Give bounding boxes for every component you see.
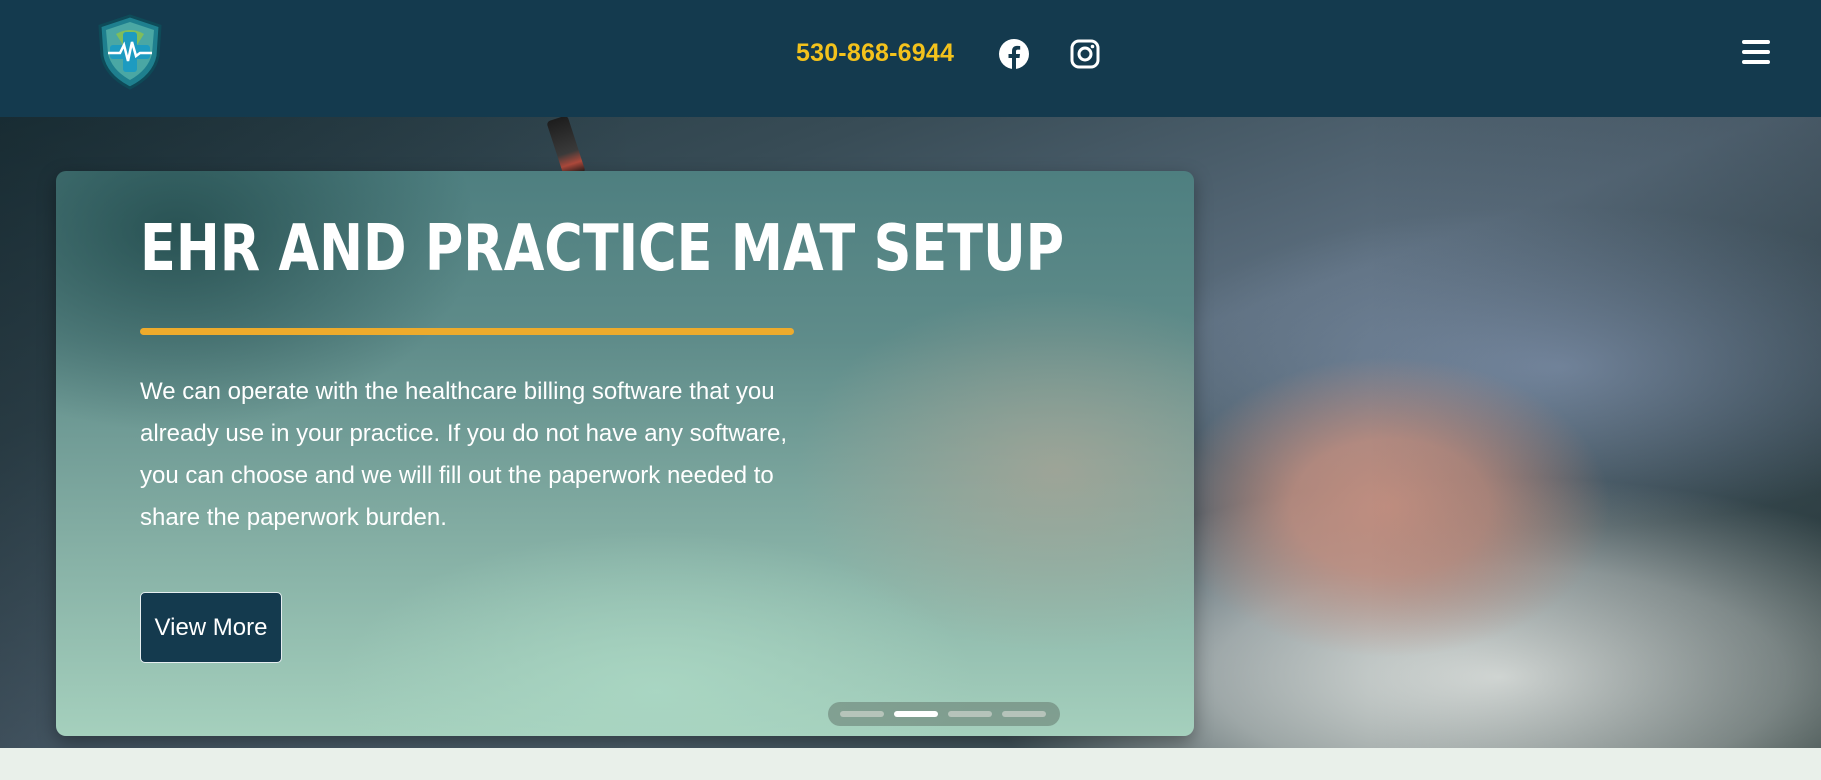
- carousel-dot-3[interactable]: [948, 711, 992, 717]
- carousel-pagination: [828, 702, 1060, 726]
- slide-description: We can operate with the healthcare billi…: [140, 378, 788, 531]
- carousel-dot-2[interactable]: [894, 711, 938, 717]
- carousel-dot-1[interactable]: [840, 711, 884, 717]
- view-more-button[interactable]: View More: [140, 592, 282, 663]
- instagram-icon[interactable]: [1069, 38, 1101, 70]
- page-content-start: [0, 748, 1821, 780]
- slide-title: EHR AND PRACTICE MAT SETUP: [140, 212, 1065, 286]
- medical-shield-logo-icon[interactable]: [90, 12, 170, 92]
- site-header: 530-868-6944: [0, 0, 1821, 117]
- hamburger-menu-icon[interactable]: [1742, 40, 1772, 70]
- hero-slide-card: EHR AND PRACTICE MAT SETUP We can operat…: [56, 171, 1194, 736]
- title-underline: [140, 328, 794, 335]
- carousel-dot-4[interactable]: [1002, 711, 1046, 717]
- facebook-icon[interactable]: [998, 38, 1030, 70]
- phone-number-link[interactable]: 530-868-6944: [796, 38, 954, 68]
